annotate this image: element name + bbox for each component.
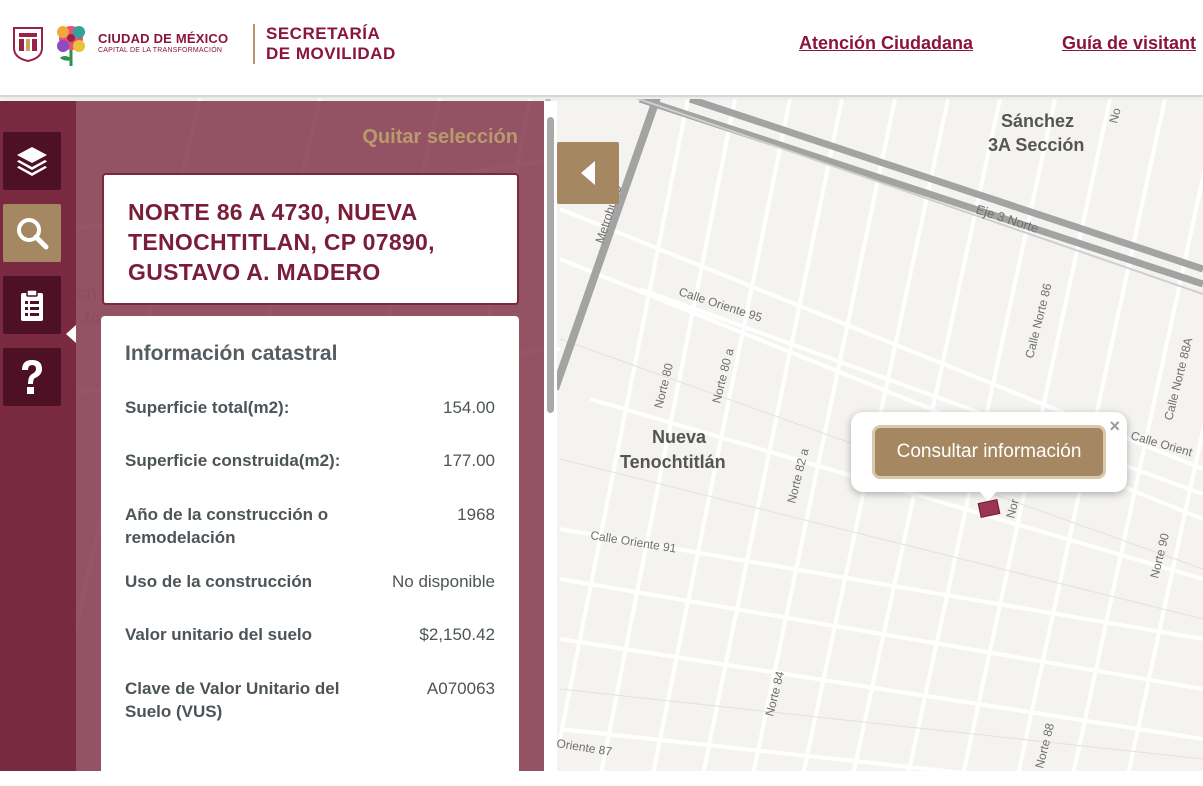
city-name: CIUDAD DE MÉXICO	[98, 31, 229, 46]
map-label-norte90: Norte 90	[1147, 531, 1172, 579]
help-icon	[22, 360, 42, 394]
cdmx-shield-logo	[13, 27, 43, 62]
header-divider	[253, 24, 255, 64]
info-row-label: Valor unitario del suelo	[125, 625, 313, 644]
secretaria-subtitle: DE MOVILIDAD	[266, 44, 396, 63]
info-row-valor-unitario: Valor unitario del suelo $2,150.42	[125, 623, 495, 646]
map-label-sanchez: Sánchez	[1001, 111, 1074, 131]
clipboard-icon	[21, 289, 43, 321]
info-row-label: Superficie construida(m2):	[125, 451, 341, 470]
city-subtitle: CAPITAL DE LA TRANSFORMACIÓN	[98, 47, 223, 54]
info-row-value: 154.00	[443, 398, 495, 417]
nav-guia-visitante[interactable]: Guía de visitant	[1062, 33, 1196, 54]
nav-atencion-ciudadana[interactable]: Atención Ciudadana	[799, 33, 973, 54]
info-row-uso-construccion: Uso de la construcción No disponible	[125, 570, 495, 593]
map-label-oriente87: Oriente 87	[556, 736, 614, 759]
info-row-value: A070063	[426, 679, 495, 698]
map-label-oriente91: Calle Oriente 91	[590, 528, 678, 555]
map-label-oriente-right: Calle Orient	[1129, 428, 1194, 459]
info-row-clave-vus: Clave de Valor Unitario del Suelo (VUS) …	[125, 677, 495, 723]
site-header: CIUDAD DE MÉXICO CAPITAL DE LA TRANSFORM…	[0, 0, 1203, 97]
search-icon	[17, 218, 49, 250]
info-row-value: $2,150.42	[419, 625, 495, 644]
caret-left-icon	[581, 161, 595, 185]
info-row-label: Uso de la construcción	[125, 572, 313, 591]
search-result-panel: Quitar selección NORTE 86 A 4730, NUEVA …	[76, 101, 544, 786]
popup-close-button[interactable]: ×	[1109, 416, 1120, 437]
address-card: NORTE 86 A 4730, NUEVA TENOCHTITLAN, CP …	[102, 173, 519, 305]
map-label-nueva: Nueva	[652, 427, 707, 447]
layers-icon	[17, 147, 47, 176]
info-row-value: 1968	[457, 505, 495, 524]
info-row-label: Superficie total(m2):	[125, 398, 290, 417]
active-tool-pointer	[66, 325, 76, 343]
map-label-callenorte86: Calle Norte 86	[1022, 282, 1054, 360]
map-label-tenochtitlan: Tenochtitlán	[620, 452, 726, 472]
info-row-label: Clave de Valor Unitario del Suelo (VUS)	[125, 679, 340, 721]
map-label-norte88: Norte 88	[1032, 721, 1057, 769]
consult-info-button[interactable]: Consultar información	[872, 425, 1106, 479]
info-row-superficie-construida: Superficie construida(m2): 177.00	[125, 449, 495, 472]
transformation-flower-logo	[57, 26, 85, 66]
map-label-norte-topright: No	[1106, 106, 1123, 125]
info-row-label: Año de la construcción o remodelación	[125, 505, 329, 547]
address-text: NORTE 86 A 4730, NUEVA TENOCHTITLAN, CP …	[128, 199, 435, 285]
map-label-norte80: Norte 80	[651, 361, 676, 409]
search-button[interactable]	[3, 204, 61, 262]
map-popup: × Consultar información	[851, 412, 1127, 492]
info-row-superficie-total: Superficie total(m2): 154.00	[125, 396, 495, 419]
info-row-value: 177.00	[443, 451, 495, 470]
cadastral-info-title: Información catastral	[125, 342, 338, 365]
collapse-panel-button[interactable]	[557, 142, 619, 204]
help-button[interactable]	[3, 348, 61, 406]
panel-scrollbar-thumb[interactable]	[547, 117, 554, 413]
tool-rail	[0, 101, 76, 771]
clipboard-button[interactable]	[3, 276, 61, 334]
map-label-norte84: Norte 84	[762, 669, 787, 717]
cadastral-info-card: Información catastral Superficie total(m…	[101, 316, 519, 786]
map-label-seccion: 3A Sección	[988, 135, 1084, 155]
layers-button[interactable]	[3, 132, 61, 190]
secretaria-title: SECRETARÍA	[266, 24, 381, 43]
info-row-ano-construccion: Año de la construcción o remodelación 19…	[125, 503, 495, 549]
info-row-value: No disponible	[391, 572, 495, 591]
clear-selection-link[interactable]: Quitar selección	[362, 126, 518, 149]
